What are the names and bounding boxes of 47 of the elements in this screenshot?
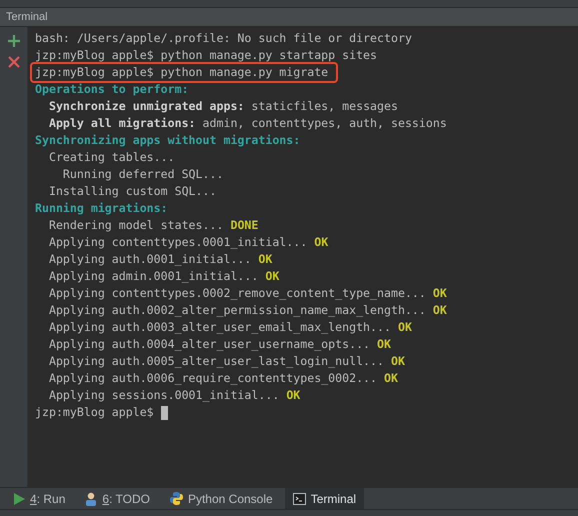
- terminal-icon: [292, 492, 306, 504]
- terminal-text: Applying auth.0003_alter_user_email_max_length...: [48, 319, 391, 336]
- status-label: OK: [314, 234, 328, 251]
- terminal-text: jzp:myBlog apple$ python manage.py startapp sites: [35, 47, 378, 64]
- status-label: OK: [432, 302, 447, 319]
- terminal-text: Applying auth.0002_alter_permission_name_max_length...: [48, 302, 426, 319]
- tool-window-tab[interactable]: Python Console: [162, 488, 281, 509]
- terminal-text: admin, contenttypes, auth, sessions: [202, 115, 447, 132]
- terminal-text: Applying admin.0001_initial...: [48, 268, 258, 285]
- tool-window-tab[interactable]: 4: Run: [6, 488, 74, 509]
- terminal-text: Creating tables...: [48, 149, 175, 166]
- status-label: OK: [286, 387, 300, 404]
- section-heading: Synchronizing apps without migrations:: [35, 132, 300, 149]
- terminal-text: staticfiles, messages: [250, 98, 398, 115]
- play-icon: [14, 492, 25, 504]
- status-label: OK: [258, 251, 272, 268]
- status-label: OK: [384, 370, 398, 387]
- tool-window-tab[interactable]: Terminal: [284, 488, 364, 509]
- terminal-text: Applying auth.0005_alter_user_last_login_null...: [48, 353, 384, 370]
- add-icon[interactable]: [8, 35, 20, 47]
- status-label: OK: [432, 285, 447, 302]
- close-icon[interactable]: [8, 56, 20, 68]
- tool-window-tab[interactable]: 6: TODO: [77, 488, 158, 509]
- terminal-text: Synchronize unmigrated apps:: [48, 98, 244, 115]
- terminal-text: jzp:myBlog apple$: [35, 404, 154, 421]
- status-label: OK: [377, 336, 392, 353]
- status-label: OK: [391, 353, 405, 370]
- terminal-text: Applying contenttypes.0002_remove_content_type_name...: [48, 285, 426, 302]
- terminal-text: Applying sessions.0001_initial...: [48, 387, 280, 404]
- terminal-text: Applying auth.0004_alter_user_username_opts...: [48, 336, 370, 353]
- terminal-text: Rendering model states...: [48, 217, 224, 234]
- terminal-text: Installing custom SQL...: [48, 183, 216, 200]
- terminal-text: bash: /Users/apple/.profile: No such file or directory: [35, 30, 412, 47]
- terminal-text: Applying contenttypes.0001_initial...: [48, 234, 308, 251]
- terminal-text: Applying auth.0006_require_contenttypes_0002...: [48, 370, 378, 387]
- terminal-text: Apply all migrations:: [48, 115, 196, 132]
- section-heading: Operations to perform:: [35, 81, 189, 98]
- terminal-text: jzp:myBlog apple$ python manage.py migrate: [35, 64, 328, 81]
- status-label: DONE: [230, 217, 258, 234]
- section-heading: Running migrations:: [35, 200, 168, 217]
- status-label: OK: [265, 268, 280, 285]
- terminal-text: Running deferred SQL...: [62, 166, 224, 183]
- status-label: OK: [398, 319, 412, 336]
- person-icon: [85, 492, 98, 506]
- python-icon: [170, 492, 183, 505]
- panel-title: Terminal: [6, 10, 48, 25]
- terminal-text: Applying auth.0001_initial...: [48, 251, 252, 268]
